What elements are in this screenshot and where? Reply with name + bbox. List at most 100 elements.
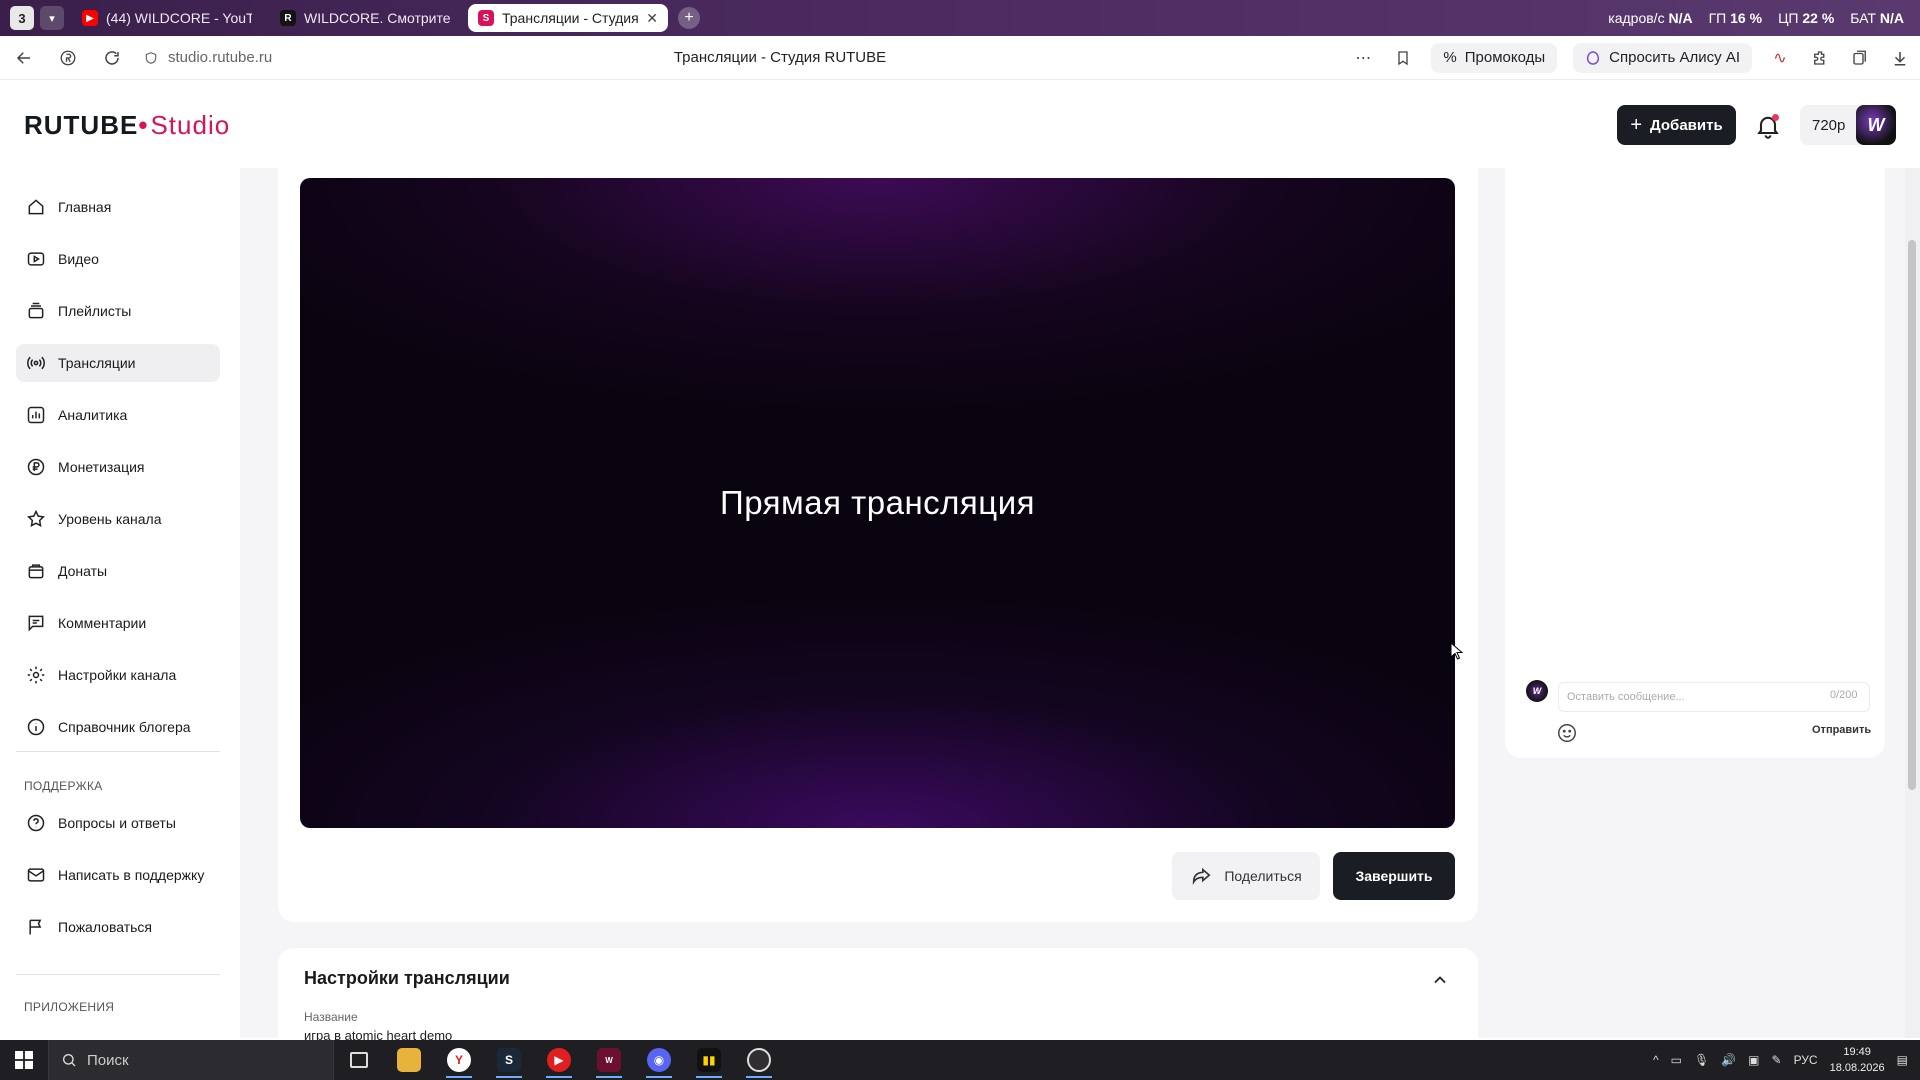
youtube-app-icon[interactable]: ▶ — [534, 1040, 584, 1080]
sidebar-item-label: Настройки канала — [58, 667, 177, 683]
sidebar-item-label: Трансляции — [58, 355, 136, 371]
clock-time: 19:49 — [1843, 1046, 1871, 1058]
sidebar-item-video[interactable]: Видео — [16, 240, 220, 278]
sidebar-item-analytics[interactable]: Аналитика — [16, 396, 220, 434]
yandex-browser-icon[interactable]: Y — [434, 1040, 484, 1080]
collections-icon[interactable] — [1848, 46, 1872, 70]
alice-icon — [1587, 50, 1600, 65]
audio-wave-icon[interactable]: ∿ — [1768, 46, 1792, 70]
sidebar-item-home[interactable]: Главная — [16, 188, 220, 226]
ask-alice-label: Спросить Алису AI — [1609, 49, 1740, 66]
ruble-icon — [27, 458, 45, 476]
tab-title: Трансляции - Студия RUTUBE — [502, 10, 639, 26]
sidebar-item-label: Главная — [58, 199, 112, 215]
volume-icon[interactable]: 🔊 — [1721, 1053, 1736, 1067]
sidebar-item-label: Пожаловаться — [58, 919, 153, 935]
yellow-app-icon[interactable]: ▮▮ — [684, 1040, 734, 1080]
ask-alice-button[interactable]: Спросить Алису AI — [1573, 42, 1752, 73]
game-launcher-icon[interactable]: W — [584, 1040, 634, 1080]
browser-tab-rutube[interactable]: R WILDCORE. Смотрите видео — [270, 4, 460, 32]
emoji-icon[interactable] — [1556, 722, 1578, 744]
sidebar-item-label: Справочник блогера — [58, 719, 191, 735]
url-field[interactable]: studio.rutube.ru — [144, 49, 272, 66]
finish-stream-button[interactable]: Завершить — [1333, 852, 1455, 900]
discord-icon[interactable]: ◉ — [634, 1040, 684, 1080]
microphone-icon[interactable]: 🎙 — [1694, 1053, 1709, 1067]
question-icon — [27, 814, 45, 832]
chat-message-input[interactable]: Оставить сообщение... — [1558, 682, 1870, 712]
windows-start-icon[interactable] — [0, 1040, 48, 1080]
new-tab-plus-icon[interactable]: + — [678, 7, 700, 29]
browser-tab-youtube[interactable]: ▶ (44) WILDCORE - YouTube — [72, 4, 262, 32]
address-bar-actions: ⋯ % Промокоды Спросить Алису AI ∿ — [1351, 42, 1912, 73]
user-avatar[interactable]: W — [1856, 105, 1896, 145]
sidebar: Главная Видео Плейлисты Трансляции Анали… — [0, 168, 240, 1038]
close-icon[interactable]: ✕ — [646, 10, 658, 27]
tray-chevron-icon[interactable]: ^ — [1653, 1053, 1659, 1067]
extensions-puzzle-icon[interactable] — [1808, 46, 1832, 70]
sidebar-item-label: Видео — [58, 251, 99, 267]
browser-tab-strip: 3 ▾ ▶ (44) WILDCORE - YouTube R WILDCORE… — [0, 0, 1920, 36]
support-heading: ПОДДЕРЖКА — [24, 779, 103, 793]
notifications-bell-icon[interactable] — [1754, 112, 1782, 140]
clock-date: 18.08.2026 — [1829, 1062, 1885, 1074]
reload-icon[interactable] — [92, 38, 132, 78]
sidebar-divider — [16, 974, 220, 975]
chevron-up-icon[interactable] — [1430, 970, 1450, 990]
bookmark-icon[interactable] — [1391, 46, 1415, 70]
sidebar-item-label: Аналитика — [58, 407, 128, 423]
sidebar-item-blogger-guide[interactable]: Справочник блогера — [16, 708, 220, 746]
sidebar-item-contact-support[interactable]: Написать в поддержку — [16, 856, 220, 894]
promo-codes-label: Промокоды — [1464, 49, 1546, 66]
display-icon[interactable]: ▣ — [1748, 1053, 1759, 1067]
mail-icon — [27, 868, 45, 882]
share-button[interactable]: Поделиться — [1172, 852, 1320, 900]
steam-icon[interactable]: S — [484, 1040, 534, 1080]
share-button-label: Поделиться — [1224, 868, 1302, 884]
stream-preview[interactable]: Прямая трансляция — [300, 178, 1455, 828]
rutube-studio-logo[interactable]: RUTUBE•Studio — [24, 110, 230, 141]
info-icon — [27, 718, 45, 736]
quality-label: 720p — [1812, 116, 1846, 134]
sidebar-item-comments[interactable]: Комментарии — [16, 604, 220, 642]
notification-center-icon[interactable]: ▤ — [1897, 1053, 1908, 1067]
taskbar-search[interactable]: Поиск — [48, 1040, 334, 1080]
sidebar-item-donations[interactable]: Донаты — [16, 552, 220, 590]
sidebar-item-streams[interactable]: Трансляции — [16, 344, 220, 382]
studio-favicon-icon: S — [478, 10, 494, 26]
tab-count-badge[interactable]: 3 — [10, 6, 34, 30]
task-view-icon[interactable] — [334, 1040, 384, 1080]
language-indicator[interactable]: РУС — [1794, 1053, 1818, 1067]
promo-codes-button[interactable]: % Промокоды — [1431, 42, 1558, 73]
obs-icon[interactable] — [734, 1040, 784, 1080]
sidebar-item-faq[interactable]: Вопросы и ответы — [16, 804, 220, 842]
back-arrow-icon[interactable] — [4, 38, 44, 78]
more-dots-icon[interactable]: ⋯ — [1351, 46, 1375, 70]
analytics-icon — [27, 406, 45, 424]
page-scrollbar-thumb[interactable] — [1908, 240, 1916, 790]
sidebar-item-label: Донаты — [58, 563, 108, 579]
sidebar-item-playlists[interactable]: Плейлисты — [16, 292, 220, 330]
sidebar-item-channel-level[interactable]: Уровень канала — [16, 500, 220, 538]
sidebar-item-monetization[interactable]: Монетизация — [16, 448, 220, 486]
youtube-favicon-icon: ▶ — [82, 10, 98, 26]
browser-tab-studio[interactable]: S Трансляции - Студия RUTUBE ✕ — [468, 4, 668, 32]
star-icon — [27, 509, 45, 527]
sidebar-item-report[interactable]: Пожаловаться — [16, 908, 220, 946]
chat-send-button[interactable]: Отправить — [1812, 724, 1871, 736]
yandex-logo-icon[interactable] — [48, 38, 88, 78]
rutube-favicon-icon: R — [280, 10, 296, 26]
mouse-cursor-icon — [1450, 642, 1464, 660]
sidebar-item-channel-settings[interactable]: Настройки канала — [16, 656, 220, 694]
download-icon[interactable] — [1888, 46, 1912, 70]
pen-icon[interactable]: ✎ — [1772, 1053, 1782, 1067]
studio-header: RUTUBE•Studio + Добавить 720p W — [0, 80, 1920, 168]
file-explorer-icon[interactable] — [384, 1040, 434, 1080]
taskbar-clock[interactable]: 19:49 18.08.2026 — [1830, 1044, 1885, 1076]
add-button[interactable]: + Добавить — [1617, 105, 1736, 145]
fps-readout: кадров/с N/A — [1608, 10, 1693, 26]
performance-overlay: кадров/с N/A ГП 16 % ЦП 22 % БАТ N/A — [1608, 0, 1904, 36]
chevron-down-icon[interactable]: ▾ — [40, 6, 64, 30]
comment-icon — [28, 615, 44, 632]
network-icon[interactable]: ▭ — [1671, 1053, 1682, 1067]
